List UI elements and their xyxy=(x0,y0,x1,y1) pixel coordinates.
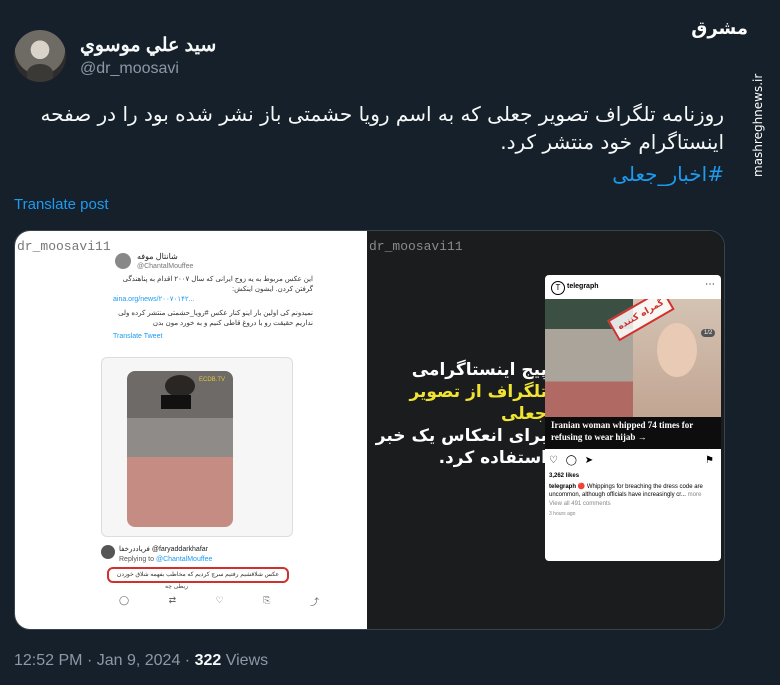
caption-more: more xyxy=(687,492,702,498)
inner-tweet-text: این عکس مربوط به یه زوج ایرانی که سال ۲۰… xyxy=(122,276,313,293)
tweet-text: روزنامه تلگراف تصویر جعلی که به اسم رویا… xyxy=(40,102,724,154)
replying-to-handle: @ChantalMouffee xyxy=(155,556,213,563)
separator-dot: · xyxy=(184,652,195,669)
instagram-post-time: 3 hours ago xyxy=(549,511,576,517)
heart-icon: ♡ xyxy=(549,455,558,466)
portrait-face xyxy=(657,323,697,377)
author-handle[interactable]: @dr_moosavi xyxy=(80,60,179,78)
caption-line-3: برای انعکاس یک خبر xyxy=(375,426,547,446)
right-watermark: dr_moosavi11 xyxy=(369,239,463,254)
reply-author: فریاددرخفا @faryaddarkhafar xyxy=(119,545,279,553)
instagram-comments-link: View all 491 comments xyxy=(549,501,611,507)
reply-author-handle: @faryaddarkhafar xyxy=(151,546,208,553)
photo-head xyxy=(165,375,195,397)
caption-line-2: تلگراف از تصویر جعلی xyxy=(409,382,547,424)
caption-line-4: استفاده کرد. xyxy=(438,448,547,468)
share-icon: ⤴ xyxy=(309,597,319,607)
bookmark-icon: ⎘ xyxy=(263,595,271,605)
instagram-headline: Iranian woman whipped 74 times for refus… xyxy=(551,420,694,442)
more-options-icon: ⋯ xyxy=(705,279,715,290)
like-icon: ♡ xyxy=(215,595,224,605)
tweet-media[interactable]: dr_moosavi11 شانتال موفه @ChantalMouffee… xyxy=(14,230,725,630)
mashregh-logo: مشرق xyxy=(691,18,748,39)
inner-tweet-text-2: نمیدونم کی اولین بار اینو کنار عکس #رویا… xyxy=(118,310,313,327)
inner-tweet-link: aina.org/news/۲۰۰۷۰۱۴۲... xyxy=(113,296,195,303)
instagram-likes: 3,262 likes xyxy=(549,473,580,479)
bookmark-icon: ⚑ xyxy=(705,455,714,466)
tweet-time[interactable]: 12:52 PM xyxy=(14,652,82,669)
reply-replying-to: Replying to @ChantalMouffee xyxy=(119,556,279,563)
inner-tweet-translate: Translate Tweet xyxy=(113,333,163,340)
separator-dot: · xyxy=(86,652,97,669)
instagram-account-name: telegraph xyxy=(567,283,599,290)
left-watermark: dr_moosavi11 xyxy=(17,239,111,254)
send-icon: ➤ xyxy=(584,455,594,466)
photo-censor-bar xyxy=(161,395,191,409)
instagram-actions: ♡ ◯ ➤ xyxy=(549,455,717,469)
mashregh-site-watermark: mashreghnews.ir xyxy=(751,73,765,177)
tweet-date[interactable]: Jan 9, 2024 xyxy=(97,652,181,669)
author-display-name[interactable]: سيد علي موسوي xyxy=(80,34,216,57)
translate-post-link[interactable]: Translate post xyxy=(14,196,109,213)
inner-tweet-handle: @ChantalMouffee xyxy=(137,263,194,270)
inner-photo: ECDB.TV xyxy=(127,371,233,527)
inner-tweet-name: شانتال موفه xyxy=(137,252,178,261)
reply-highlighted-text: عکس شلاقشیم رفتیم سرچ کردیم که مخاطب بفه… xyxy=(107,567,289,583)
right-image-panel: dr_moosavi11 پیج اینستاگرامی تلگراف از ت… xyxy=(367,231,724,629)
left-image-panel: dr_moosavi11 شانتال موفه @ChantalMouffee… xyxy=(15,231,367,629)
instagram-post-card: T telegraph ⋯ 1/2 گمراه کننده Iranian wo… xyxy=(545,275,721,561)
reply-author-name: فریاددرخفا xyxy=(119,546,150,553)
tweet-metadata: 12:52 PM · Jan 9, 2024 · 322 Views xyxy=(14,652,268,670)
hashtag-link[interactable]: #اخبار_جعلی xyxy=(14,162,724,186)
replying-to-prefix: Replying to xyxy=(119,556,155,563)
reply-avatar xyxy=(101,545,115,559)
reply-icon: ◯ xyxy=(119,595,130,605)
instagram-post-image: 1/2 گمراه کننده Iranian woman whipped 74… xyxy=(545,299,721,449)
image-counter: 1/2 xyxy=(701,329,716,337)
reply-extra-text: ربطی چه xyxy=(165,584,189,590)
reply-actions: ◯ ⇄ ♡ ⎘ ⤴ xyxy=(119,595,319,609)
caption-line-1: پیج اینستاگرامی xyxy=(411,360,547,380)
avatar[interactable] xyxy=(14,30,66,82)
views-count: 322 xyxy=(194,652,222,669)
comment-icon: ◯ xyxy=(565,455,577,466)
views-label: Views xyxy=(225,652,269,669)
telegraph-logo-icon: T xyxy=(551,281,565,295)
photo-source-tag: ECDB.TV xyxy=(199,377,226,383)
instagram-caption: telegraph 🔴 Whippings for breaching the … xyxy=(549,483,717,499)
caption-account: telegraph xyxy=(549,484,577,490)
retweet-icon: ⇄ xyxy=(168,595,177,605)
inner-tweet-avatar xyxy=(115,253,131,269)
overlay-caption: پیج اینستاگرامی تلگراف از تصویر جعلی برا… xyxy=(369,359,547,469)
